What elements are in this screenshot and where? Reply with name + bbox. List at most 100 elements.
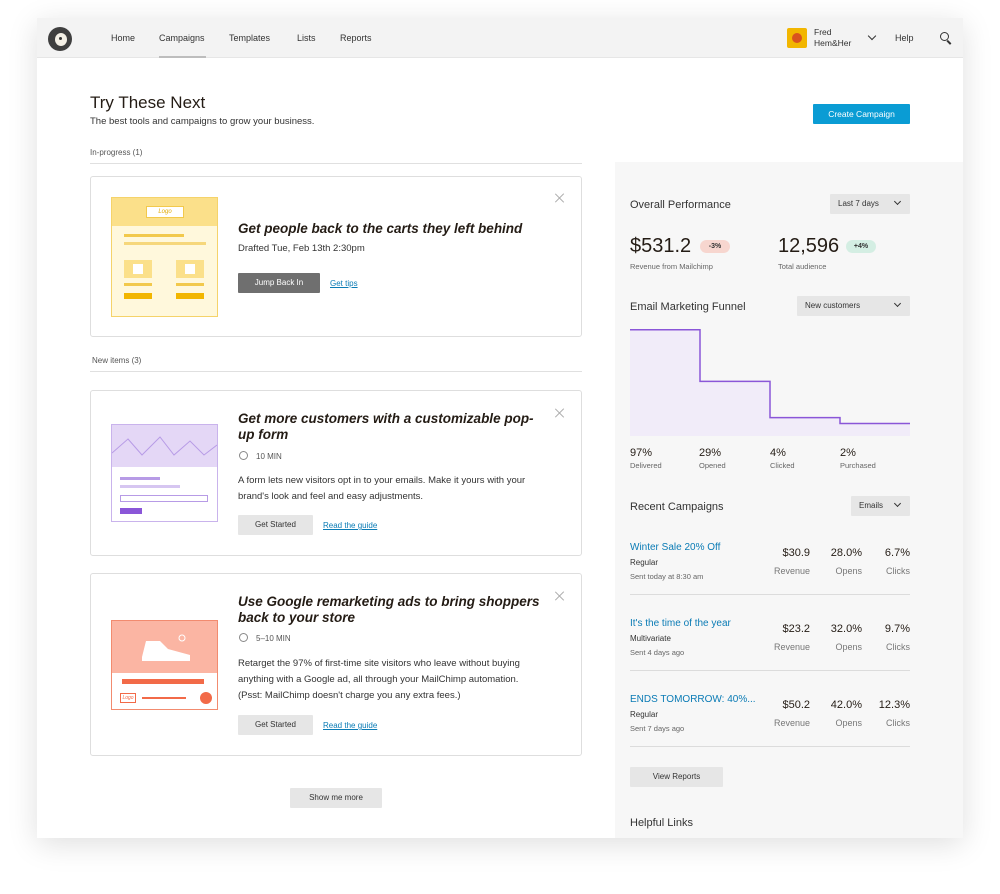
- popup-form-card: Get more customers with a customizable p…: [90, 390, 582, 556]
- time-estimate: 5–10 MIN: [256, 634, 291, 643]
- campaign-opens-value: 32.0%: [830, 623, 862, 635]
- nav-campaigns[interactable]: Campaigns: [159, 33, 206, 58]
- close-icon[interactable]: [555, 591, 565, 601]
- helpful-links-title: Helpful Links: [630, 817, 693, 829]
- create-campaign-button[interactable]: Create Campaign: [813, 104, 910, 124]
- funnel-title: Email Marketing Funnel: [630, 301, 746, 313]
- read-guide-link[interactable]: Read the guide: [323, 521, 377, 530]
- card-meta: Drafted Tue, Feb 13th 2:30pm: [238, 243, 365, 254]
- account-avatar[interactable]: [787, 28, 807, 48]
- campaign-name-link[interactable]: Winter Sale 20% Off: [630, 542, 720, 553]
- funnel-stage-label: Delivered: [630, 461, 662, 470]
- card-title-line: Use Google remarketing ads to bring shop…: [238, 594, 540, 609]
- description-line: Retarget the 97% of first-time site visi…: [238, 658, 520, 669]
- funnel-stage-percent: 97%: [630, 447, 653, 459]
- campaign-revenue-value: $30.9: [782, 547, 810, 559]
- card-title-line: back to your store: [238, 610, 356, 625]
- page-title: Try These Next: [90, 93, 206, 112]
- chevron-down-icon: [893, 499, 902, 508]
- chevron-down-icon: [893, 197, 902, 206]
- google-ads-thumbnail: Logo: [111, 620, 218, 710]
- close-icon[interactable]: [555, 193, 565, 203]
- segment-dropdown[interactable]: New customers: [797, 296, 910, 316]
- chevron-down-icon[interactable]: [867, 31, 877, 41]
- description-line: (Psst: MailChimp doesn't charge you any …: [238, 690, 461, 701]
- jump-back-in-button[interactable]: Jump Back In: [238, 273, 320, 293]
- mailchimp-logo-icon[interactable]: [48, 27, 72, 51]
- cart-email-thumbnail: Logo: [111, 197, 218, 317]
- campaign-opens-label: Opens: [835, 566, 862, 576]
- performance-panel: Overall Performance Last 7 days $531.2 -…: [615, 162, 963, 838]
- campaign-date: Sent today at 8:30 am: [630, 572, 704, 581]
- nav-templates[interactable]: Templates: [229, 33, 270, 58]
- clock-icon: [239, 633, 248, 642]
- performance-title: Overall Performance: [630, 199, 731, 211]
- funnel-stage-label: Opened: [699, 461, 726, 470]
- description-line: anything with a Google ad, all through y…: [238, 674, 519, 685]
- campaign-revenue-value: $50.2: [782, 699, 810, 711]
- description-line: brand's look and feel and easy adjustmen…: [238, 491, 424, 502]
- top-navigation: Home Campaigns Templates Lists Reports F…: [37, 18, 963, 58]
- account-name[interactable]: Fred Hem&Her: [814, 27, 851, 49]
- campaign-clicks-value: 9.7%: [884, 623, 910, 635]
- revenue-value: $531.2: [630, 235, 692, 257]
- campaign-name-link[interactable]: ENDS TOMORROW: 40%...: [630, 694, 756, 705]
- card-description: A form lets new visitors opt in to your …: [238, 473, 525, 505]
- funnel-stage-percent: 29%: [699, 447, 722, 459]
- view-reports-button[interactable]: View Reports: [630, 767, 723, 787]
- card-title: Get people back to the carts they left b…: [238, 221, 523, 236]
- inprogress-label: In-progress (1): [90, 148, 143, 157]
- funnel-chart: [630, 329, 910, 436]
- campaign-clicks-label: Clicks: [886, 642, 910, 652]
- close-icon[interactable]: [555, 408, 565, 418]
- dropdown-value: Emails: [859, 501, 884, 510]
- campaign-opens-value: 42.0%: [830, 699, 862, 711]
- search-icon[interactable]: [940, 32, 949, 41]
- campaign-revenue-label: Revenue: [773, 642, 810, 652]
- new-items-label: New items (3): [92, 356, 142, 365]
- nav-home[interactable]: Home: [111, 33, 135, 58]
- mountains-icon: [112, 425, 217, 467]
- campaign-type: Multivariate: [630, 634, 671, 643]
- campaign-opens-label: Opens: [835, 642, 862, 652]
- popup-form-thumbnail: [111, 424, 218, 522]
- time-estimate: 10 MIN: [256, 452, 282, 461]
- nav-reports[interactable]: Reports: [340, 33, 372, 58]
- nav-lists[interactable]: Lists: [297, 33, 316, 58]
- campaign-divider: [630, 594, 910, 595]
- recent-campaigns-title: Recent Campaigns: [630, 501, 724, 513]
- app-window: Home Campaigns Templates Lists Reports F…: [37, 18, 963, 838]
- page-subtitle: The best tools and campaigns to grow you…: [90, 116, 315, 127]
- inprogress-card: Logo Get people back to the carts they l…: [90, 176, 582, 337]
- get-tips-link[interactable]: Get tips: [330, 279, 358, 288]
- read-guide-link[interactable]: Read the guide: [323, 721, 377, 730]
- campaign-date: Sent 7 days ago: [630, 724, 685, 733]
- date-range-dropdown[interactable]: Last 7 days: [830, 194, 910, 214]
- description-line: A form lets new visitors opt in to your …: [238, 475, 526, 486]
- audience-change-badge: +4%: [846, 240, 876, 253]
- campaign-opens-value: 28.0%: [830, 547, 862, 559]
- shoe-icon: [142, 634, 190, 661]
- funnel-stage-label: Purchased: [840, 461, 876, 470]
- campaign-clicks-label: Clicks: [886, 566, 910, 576]
- campaign-clicks-value: 6.7%: [884, 547, 910, 559]
- chevron-down-icon: [893, 299, 902, 308]
- get-started-button[interactable]: Get Started: [238, 715, 313, 735]
- dropdown-value: Last 7 days: [838, 199, 879, 208]
- campaign-revenue-value: $23.2: [782, 623, 810, 635]
- campaign-opens-label: Opens: [835, 718, 862, 728]
- campaign-date: Sent 4 days ago: [630, 648, 685, 657]
- revenue-label: Revenue from Mailchimp: [630, 262, 713, 271]
- card-title: Get more customers with a customizable p…: [238, 411, 534, 443]
- show-more-button[interactable]: Show me more: [290, 788, 382, 808]
- funnel-stage-percent: 4%: [770, 447, 786, 459]
- campaign-name-link[interactable]: It's the time of the year: [630, 618, 731, 629]
- campaign-type-dropdown[interactable]: Emails: [851, 496, 910, 516]
- card-title-line: Get more customers with a customizable p…: [238, 411, 534, 426]
- campaign-revenue-label: Revenue: [773, 566, 810, 576]
- card-title-line: up form: [238, 427, 289, 442]
- help-link[interactable]: Help: [895, 33, 914, 43]
- funnel-stage-label: Clicked: [770, 461, 795, 470]
- get-started-button[interactable]: Get Started: [238, 515, 313, 535]
- account-user: Fred: [814, 27, 832, 37]
